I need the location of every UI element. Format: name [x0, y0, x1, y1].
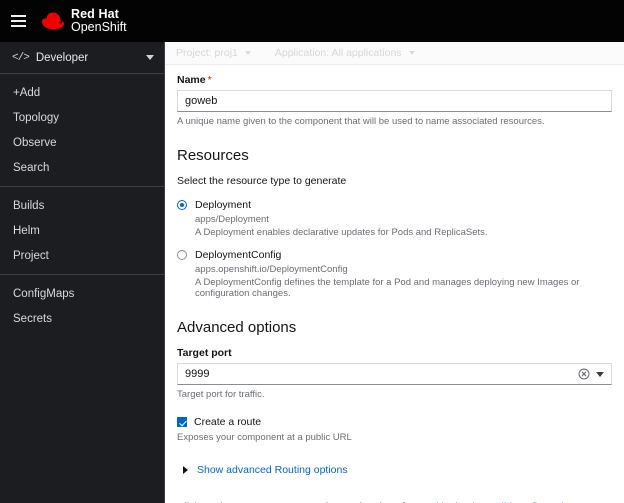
create-route-helper-text: Exposes your component at a public URL [177, 432, 352, 443]
radio-deployment[interactable] [177, 200, 187, 210]
advanced-options-title: Advanced options [177, 319, 297, 336]
target-port-value: 9999 [185, 368, 210, 380]
application-selector[interactable]: Application: All applications [275, 47, 415, 59]
show-advanced-routing-toggle[interactable]: Show advanced Routing options [177, 464, 612, 476]
sidebar-item-label: ConfigMaps [13, 287, 75, 300]
sidebar-item-configmaps[interactable]: ConfigMaps [0, 281, 164, 306]
create-route-row[interactable]: Create a route [177, 416, 612, 428]
sidebar-item-helm[interactable]: Helm [0, 218, 164, 243]
chevron-down-icon [146, 55, 154, 60]
sidebar-item-label: +Add [13, 86, 41, 99]
nav-group-primary: +Add Topology Observe Search [0, 74, 164, 186]
show-advanced-routing-label: Show advanced Routing options [197, 464, 348, 476]
project-selector[interactable]: Project: proj1 [176, 47, 251, 59]
hamburger-bar [10, 25, 26, 27]
main-content: Project: proj1 Application: All applicat… [165, 42, 624, 503]
hamburger-icon[interactable] [0, 0, 34, 42]
resource-option-deployment-description: apps/Deployment A Deployment enables dec… [195, 214, 612, 238]
sidebar-item-label: Helm [13, 224, 40, 237]
perspective-switcher[interactable]: </> Developer [0, 42, 164, 74]
create-route-checkbox[interactable] [177, 417, 187, 427]
masthead: Red Hat OpenShift [0, 0, 624, 42]
deploymentconfig-api: apps.openshift.io/DeploymentConfig [195, 264, 348, 275]
sidebar-item-observe[interactable]: Observe [0, 130, 164, 155]
project-application-toolbar: Project: proj1 Application: All applicat… [165, 42, 624, 65]
sidebar-item-label: Topology [13, 111, 60, 124]
deploymentconfig-description: A DeploymentConfig defines the template … [195, 277, 580, 299]
sidebar-item-add[interactable]: +Add [0, 80, 164, 105]
radio-deploymentconfig-label: DeploymentConfig [195, 249, 282, 261]
code-icon: </> [12, 51, 30, 64]
red-hat-fedora-icon [41, 12, 65, 30]
sidebar-item-label: Search [13, 161, 50, 174]
target-port-helper-text: Target port for traffic. [177, 389, 265, 400]
deployment-description: A Deployment enables declarative updates… [195, 227, 488, 238]
target-port-label: Target port [177, 347, 232, 359]
create-component-form: Name * goweb A unique name given to the c… [165, 65, 624, 503]
sidebar-item-label: Secrets [13, 312, 52, 325]
sidebar-item-search[interactable]: Search [0, 155, 164, 180]
brand-line-2: OpenShift [71, 20, 127, 34]
clear-circle-icon[interactable] [578, 368, 590, 380]
target-port-input[interactable]: 9999 [177, 363, 612, 385]
target-port-wrapper: 9999 [177, 363, 612, 385]
resource-option-deploymentconfig[interactable]: DeploymentConfig [177, 249, 612, 261]
deployment-api: apps/Deployment [195, 214, 269, 225]
hamburger-bar [10, 15, 26, 17]
sidebar-item-label: Observe [13, 136, 57, 149]
sidebar-item-builds[interactable]: Builds [0, 193, 164, 218]
name-field-label: Name * [177, 74, 612, 86]
nav-group-config: ConfigMaps Secrets [0, 274, 164, 337]
brand-line-1: Red Hat [71, 6, 119, 21]
sidebar-item-secrets[interactable]: Secrets [0, 306, 164, 331]
sidebar-item-label: Project [13, 249, 49, 262]
sidebar-item-label: Builds [13, 199, 45, 212]
resource-option-deployment[interactable]: Deployment [177, 199, 612, 211]
hamburger-bar [10, 20, 26, 22]
project-selector-label: Project: proj1 [176, 47, 238, 59]
sidebar-item-project[interactable]: Project [0, 243, 164, 268]
resource-option-deploymentconfig-description: apps.openshift.io/DeploymentConfig A Dep… [195, 264, 612, 299]
chevron-down-icon [244, 51, 251, 55]
chevron-down-icon [408, 51, 415, 55]
application-selector-label: Application: All applications [274, 47, 402, 59]
radio-deploymentconfig[interactable] [177, 250, 187, 260]
resources-section-subtitle: Select the resource type to generate [177, 175, 347, 187]
create-route-label: Create a route [194, 416, 262, 428]
perspective-label: Developer [35, 51, 89, 64]
nav-group-builds: Builds Helm Project [0, 186, 164, 274]
name-label-text: Name [177, 74, 206, 86]
chevron-right-icon [183, 466, 188, 474]
name-helper-text: A unique name given to the component tha… [177, 116, 545, 127]
brand-logo-link[interactable]: Red Hat OpenShift [40, 6, 127, 35]
target-port-dropdown-toggle[interactable] [596, 372, 604, 377]
sidebar: </> Developer +Add Topology Observe Sear… [0, 42, 165, 503]
name-input-value: goweb [185, 95, 218, 107]
brand-text: Red Hat OpenShift [71, 6, 127, 35]
sidebar-item-topology[interactable]: Topology [0, 105, 164, 130]
required-marker: * [207, 74, 212, 86]
name-input[interactable]: goweb [177, 90, 612, 112]
radio-deployment-label: Deployment [195, 199, 252, 211]
openshift-console: Red Hat OpenShift </> Developer +Add Top… [0, 0, 624, 503]
resources-section-title: Resources [177, 147, 249, 164]
